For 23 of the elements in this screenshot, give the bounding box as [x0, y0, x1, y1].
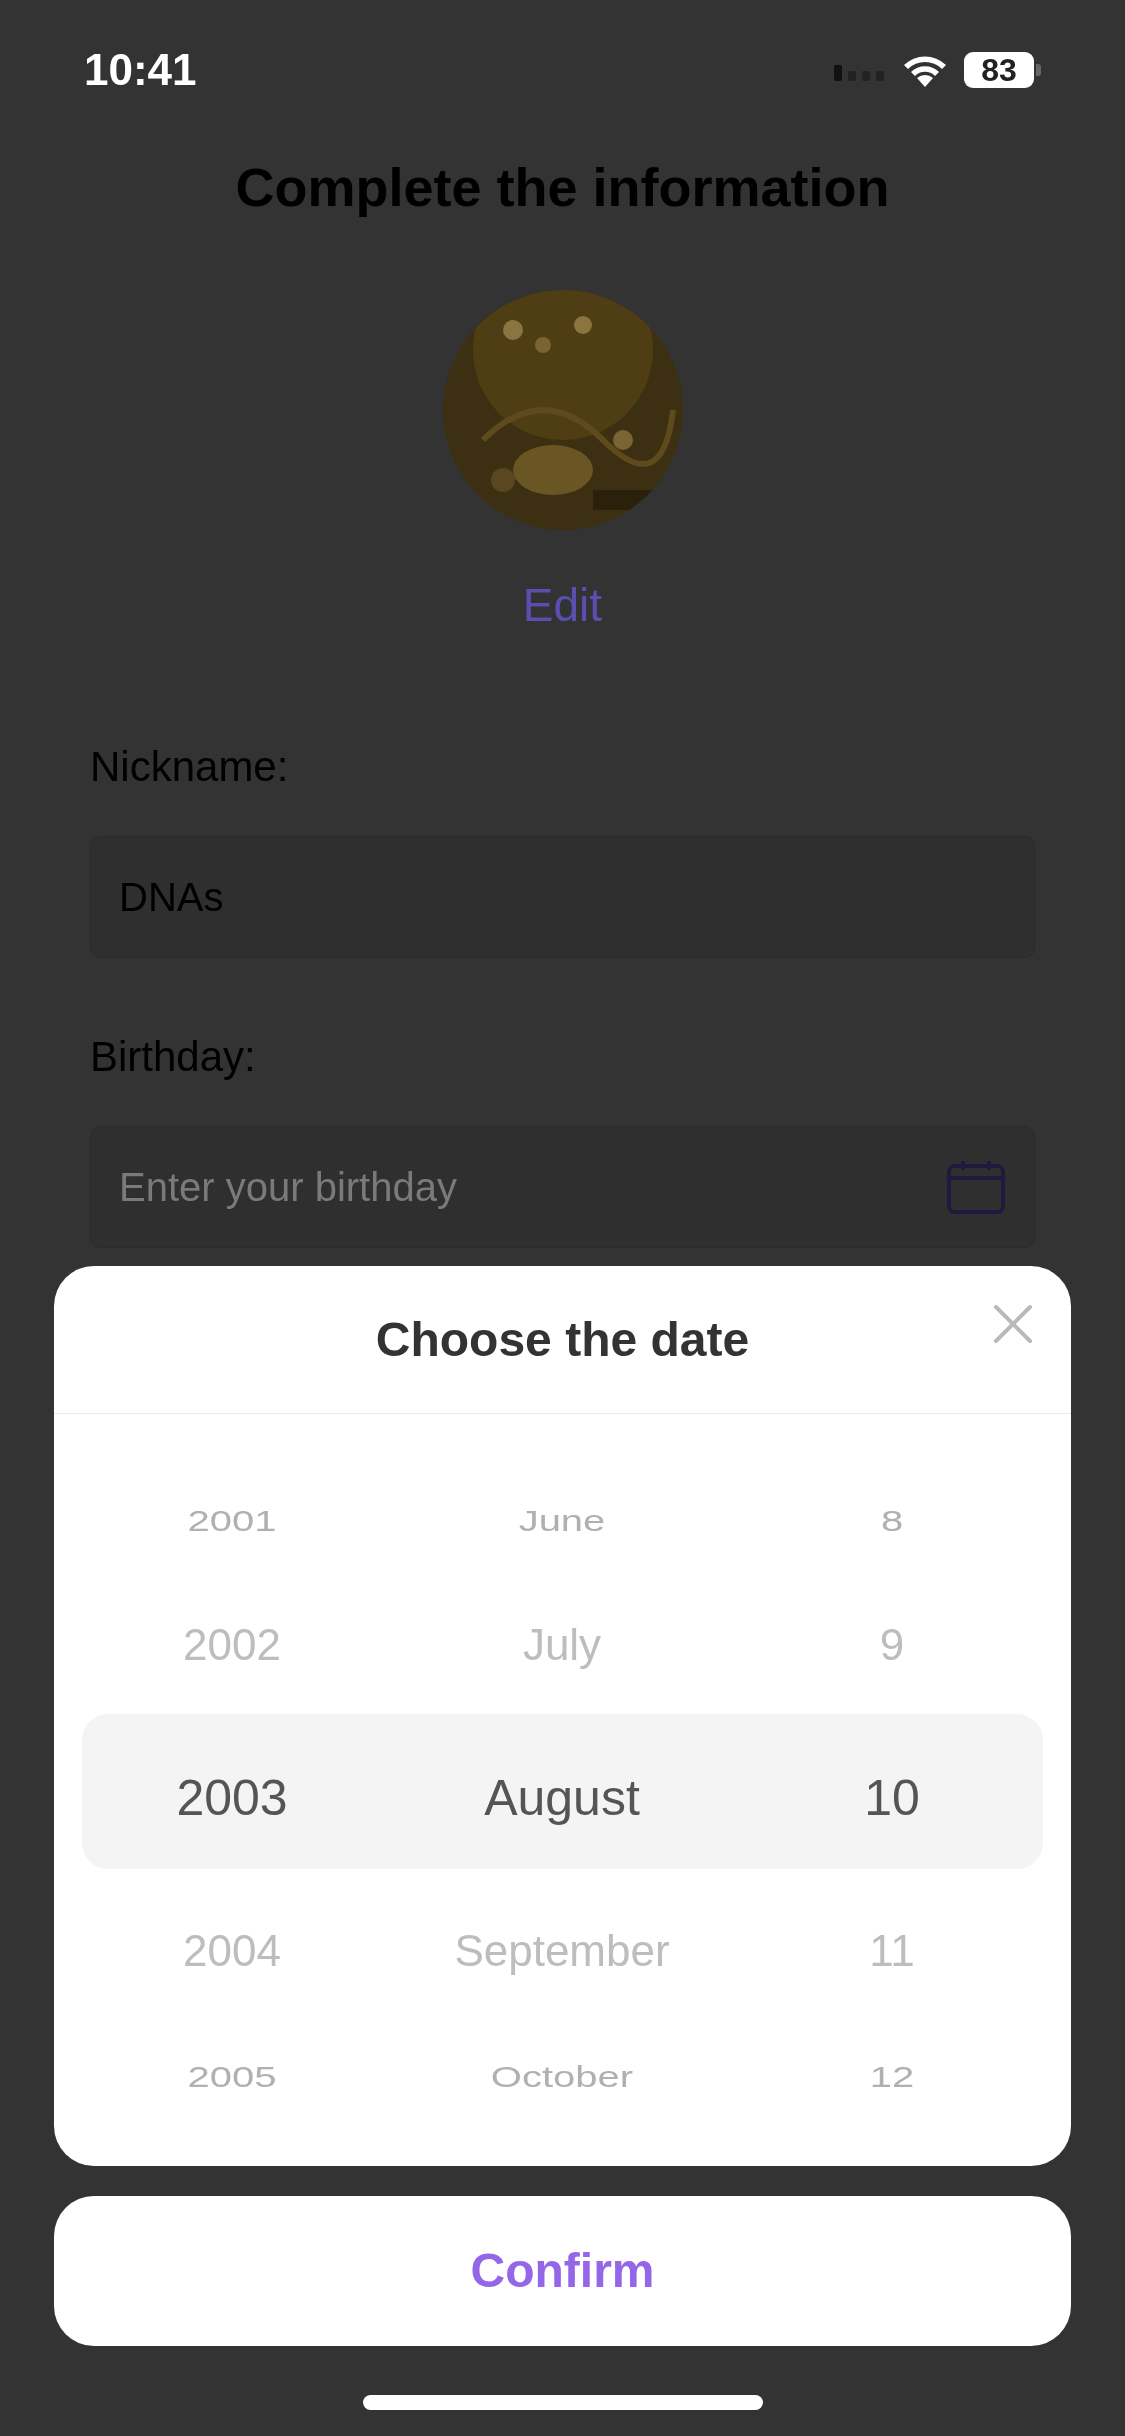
close-button[interactable]: [991, 1302, 1035, 1346]
sheet-title: Choose the date: [375, 1311, 750, 1368]
confirm-button[interactable]: Confirm: [54, 2196, 1071, 2346]
picker-option[interactable]: 2005: [187, 2061, 277, 2091]
picker-option[interactable]: 8: [880, 1505, 904, 1535]
picker-option[interactable]: September: [454, 1929, 670, 1973]
picker-option[interactable]: August: [484, 1773, 640, 1823]
picker-option[interactable]: June: [518, 1505, 606, 1535]
wifi-icon: [902, 53, 948, 87]
picker-option[interactable]: October: [490, 2061, 634, 2091]
close-icon: [993, 1304, 1033, 1344]
date-field[interactable]: Enter your birthday: [90, 1126, 1035, 1248]
picker-option[interactable]: 9: [879, 1623, 905, 1667]
picker-option[interactable]: July: [522, 1623, 602, 1667]
edit-link[interactable]: Edit: [522, 582, 603, 628]
picker-option[interactable]: 2001: [187, 1505, 277, 1535]
picker-option[interactable]: 10: [864, 1773, 920, 1823]
picker-option[interactable]: 12: [869, 2061, 915, 2091]
picker-option[interactable]: 11: [869, 1929, 915, 1973]
status-time: 10:41: [84, 44, 197, 96]
picker-option[interactable]: 2004: [183, 1929, 281, 1973]
picker-option[interactable]: 2003: [176, 1773, 288, 1823]
picker-option[interactable]: 2002: [183, 1623, 281, 1667]
